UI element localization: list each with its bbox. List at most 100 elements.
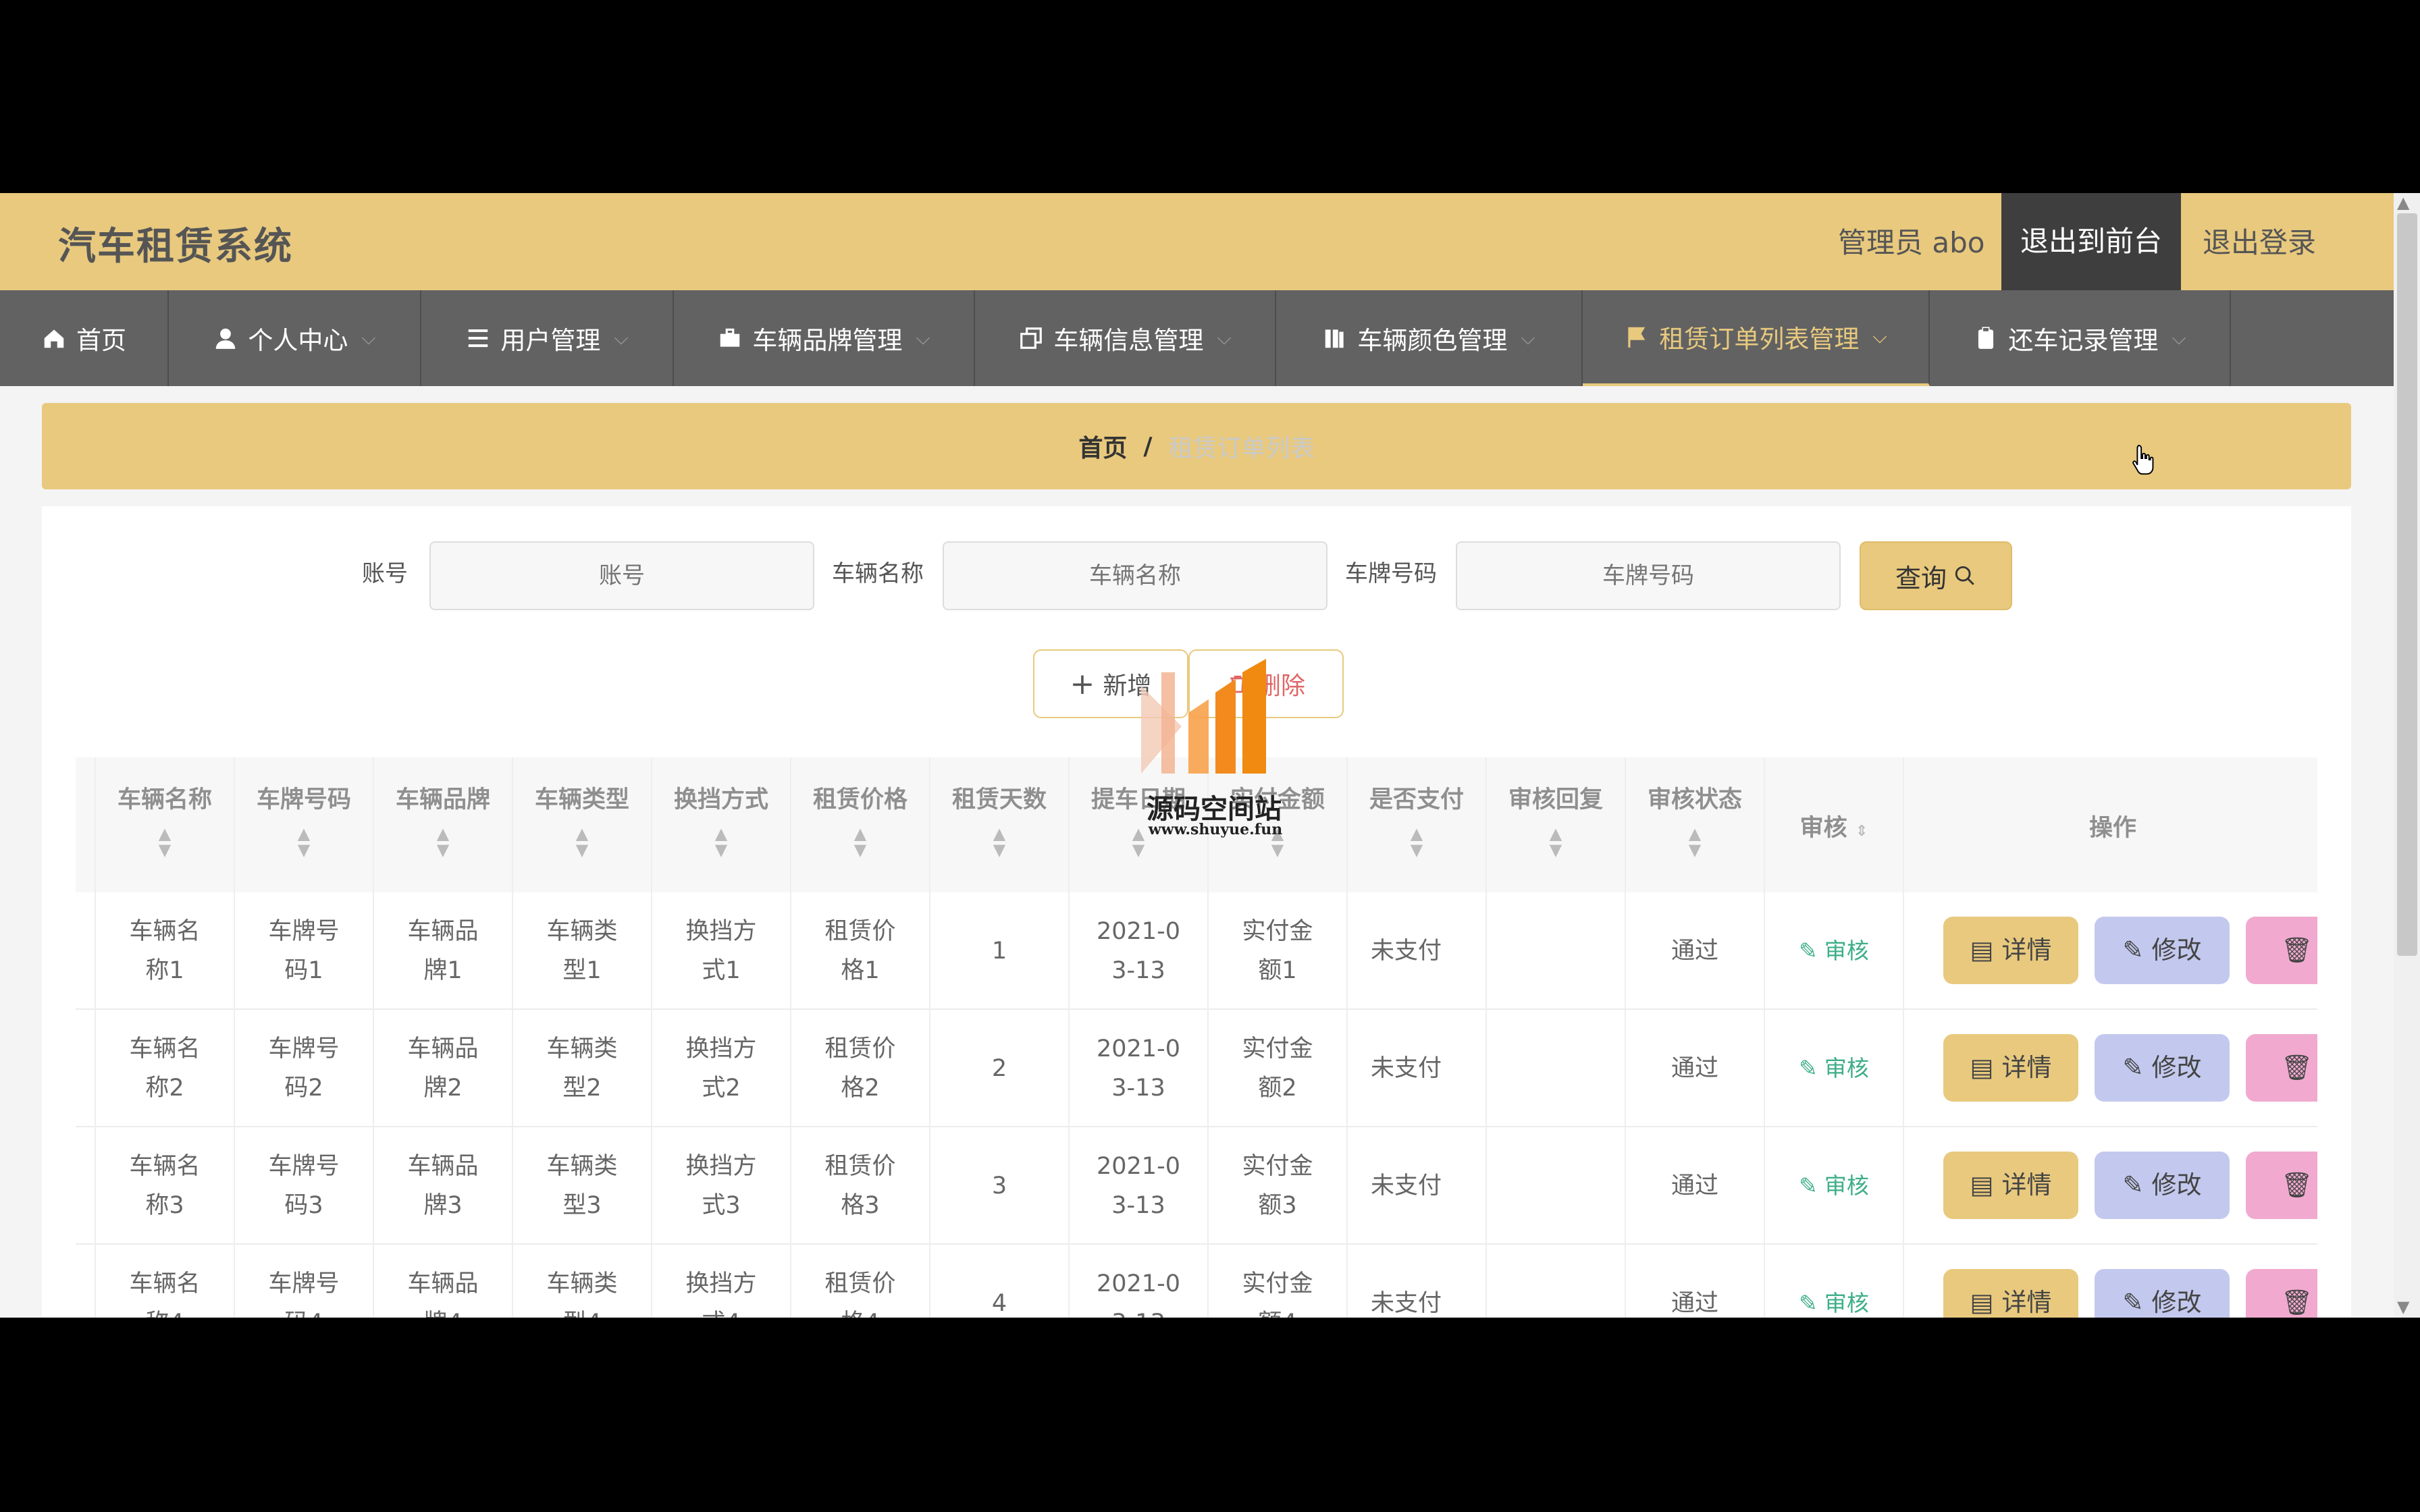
nav-item-label: 车辆颜色管理 [1357,326,1508,355]
flag-icon [1628,327,1646,348]
edit-button[interactable]: ✎ 修改 [2095,917,2230,984]
column-header-11[interactable]: 审核状态 ▲ ▼ [1626,757,1765,892]
cell-text: 2021-03-13 [1097,1270,1180,1318]
cell-text: 通过 [1671,1172,1718,1199]
account-input[interactable] [429,541,814,610]
search-icon [1955,566,1974,585]
nav-item-7[interactable]: 还车记录管理 ⌵ [1930,290,2231,386]
column-header-10[interactable]: 审核回复 ▲ ▼ [1487,757,1626,892]
document-icon: ▤ [1970,1288,1994,1317]
cell-text: 车辆品牌1 [407,918,479,984]
detail-button-label: 详情 [2001,1288,2052,1317]
column-header-9[interactable]: 是否支付 ▲ ▼ [1348,757,1487,892]
car-name-input[interactable] [943,541,1327,610]
row-delete-button[interactable]: 🗑删 [2246,1269,2317,1318]
column-header-0[interactable]: 车辆名称 ▲ ▼ [96,757,235,892]
nav-item-label: 车辆信息管理 [1053,326,1204,355]
edit-button[interactable]: ✎ 修改 [2095,1152,2230,1219]
column-header-label: 租赁天数 [951,786,1047,813]
column-header-3[interactable]: 车辆类型 ▲ ▼ [513,757,652,892]
sort-icon[interactable]: ▲ ▼ [235,826,373,858]
breadcrumb-separator: / [1143,432,1153,460]
sort-icon[interactable]: ▲ ▼ [96,826,234,858]
detail-button[interactable]: ▤ 详情 [1943,1269,2078,1318]
row-delete-button[interactable]: 🗑删 [2246,917,2317,984]
audit-link[interactable]: ✎ 审核 [1765,1127,1904,1245]
cell-days: 2 [930,1010,1070,1127]
cell-days: 4 [930,1245,1070,1318]
nav-item-4[interactable]: 车辆信息管理 ⌵ [975,290,1276,386]
scroll-up-arrow-icon[interactable]: ▲ [2397,193,2409,212]
column-header-1[interactable]: 车牌号码 ▲ ▼ [235,757,374,892]
breadcrumb-home[interactable]: 首页 [1078,429,1127,464]
column-header-label: 车辆名称 [117,786,212,813]
nav-item-2[interactable]: 用户管理 ⌵ [421,290,674,386]
row-actions: ▤详情 ✎修改🗑删 [1904,1127,2317,1245]
nav-item-0[interactable]: 首页 [0,290,169,386]
watermark-logo-icon [1141,659,1266,774]
cell-brand: 车辆品牌4 [374,1245,513,1318]
column-header-6[interactable]: 租赁天数 ▲ ▼ [930,757,1070,892]
row-delete-button[interactable]: 🗑删 [2246,1034,2317,1102]
edit-button[interactable]: ✎ 修改 [2095,1034,2230,1102]
sort-icon[interactable]: ▲ ▼ [652,826,790,858]
nav-item-5[interactable]: 车辆颜色管理 ⌵ [1276,290,1583,386]
column-header-2[interactable]: 车辆品牌 ▲ ▼ [374,757,513,892]
sort-icon[interactable]: ▲ ▼ [791,826,929,858]
sort-icon[interactable]: ▲ ▼ [1626,826,1764,858]
nav-item-label: 车辆品牌管理 [752,326,903,355]
chevron-down-icon: ⌵ [1217,327,1232,349]
edit-icon: ✎ [2122,1053,2144,1082]
column-header-12[interactable]: 审核 ⇕ [1765,757,1904,892]
nav-item-1[interactable]: 个人中心 ⌵ [169,290,421,386]
cell-text: 车牌号码4 [268,1270,340,1318]
sort-icon[interactable]: ▲ ▼ [513,826,651,858]
edit-icon: ✎ [2122,1288,2144,1317]
audit-link[interactable]: ✎ 审核 [1765,892,1904,1010]
sort-icon[interactable]: ▲ ▼ [1487,826,1625,858]
cell-is_paid: 未支付 [1348,1010,1487,1127]
chevron-down-icon: ⌵ [361,327,376,349]
cell-text: 未支付 [1371,1055,1442,1082]
watermark: 源码空间站 www.shuyue.fun [1134,659,1296,841]
cell-is_paid: 未支付 [1348,892,1487,1010]
document-icon: ▤ [1970,936,1994,965]
query-button[interactable]: 查询 [1860,541,2012,610]
scroll-down-arrow-icon[interactable]: ▼ [2397,1297,2409,1316]
nav-item-6[interactable]: 租赁订单列表管理 ⌵ [1583,290,1930,386]
edit-button[interactable]: ✎ 修改 [2095,1269,2230,1318]
sort-icon[interactable]: ⇕ [1856,823,1868,840]
row-delete-button[interactable]: 🗑删 [2246,1152,2317,1219]
sort-icon[interactable]: ▲ ▼ [374,826,512,858]
sort-icon[interactable]: ▲ ▼ [1348,826,1485,858]
list-icon [469,329,488,348]
detail-button[interactable]: ▤ 详情 [1943,1034,2078,1102]
audit-link[interactable]: ✎ 审核 [1765,1010,1904,1127]
exit-to-frontend-button[interactable]: 退出到前台 [2001,193,2181,290]
column-header-5[interactable]: 租赁价格 ▲ ▼ [791,757,930,892]
scrollbar-thumb[interactable] [2397,213,2417,956]
cell-text: 通过 [1671,1290,1718,1317]
logout-button[interactable]: 退出登录 [2203,220,2316,261]
sort-icon[interactable]: ▲ ▼ [930,826,1068,858]
column-header-label: 审核 [1799,815,1847,842]
row-spacer [76,1127,96,1245]
cell-text: 车辆类型4 [546,1270,618,1318]
detail-button[interactable]: ▤ 详情 [1943,917,2078,984]
column-header-label: 车辆品牌 [395,786,490,813]
cell-text: 实付金额3 [1242,1153,1313,1219]
plate-input[interactable] [1456,541,1841,610]
cell-price: 租赁价格4 [791,1245,930,1318]
cell-text: 2 [991,1055,1007,1082]
cell-text: 车辆品牌4 [407,1270,479,1318]
cell-text: 车辆类型1 [546,918,618,984]
detail-button[interactable]: ▤ 详情 [1943,1152,2078,1219]
detail-button-label: 详情 [2001,1170,2052,1199]
column-header-label: 操作 [2088,815,2136,842]
cell-gear: 换挡方式2 [652,1010,791,1127]
audit-link[interactable]: ✎ 审核 [1765,1245,1904,1318]
cell-text: 车牌号码3 [268,1153,340,1219]
nav-item-3[interactable]: 车辆品牌管理 ⌵ [674,290,975,386]
column-header-4[interactable]: 换挡方式 ▲ ▼ [652,757,791,892]
cell-text: 车辆名称2 [129,1035,201,1102]
